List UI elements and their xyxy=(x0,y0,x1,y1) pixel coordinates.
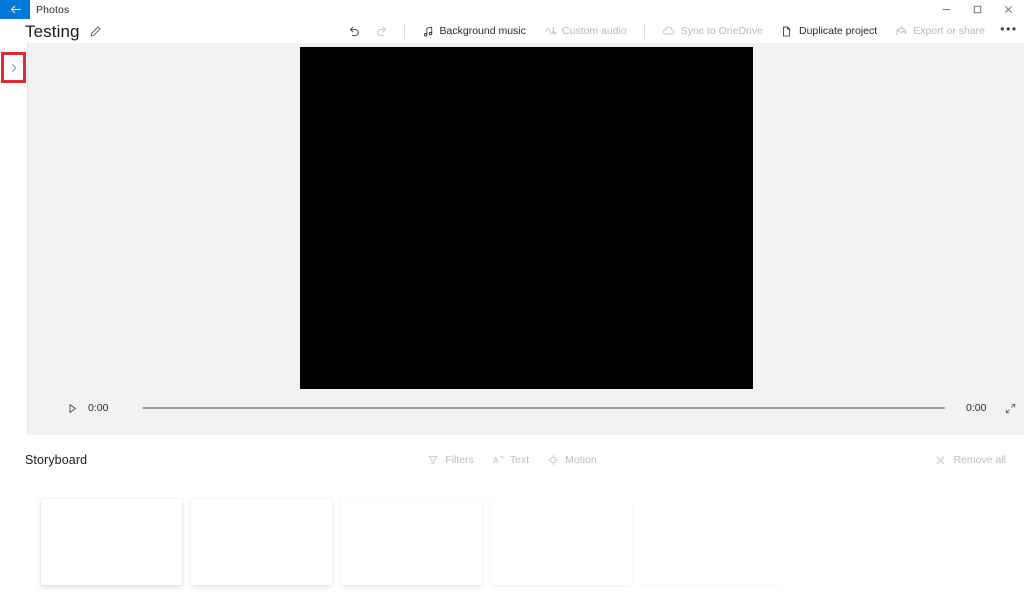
seek-slider[interactable] xyxy=(142,407,945,409)
back-arrow-icon xyxy=(10,5,21,14)
share-icon xyxy=(895,25,908,38)
custom-audio-label: Custom audio xyxy=(561,25,627,37)
storyboard-card[interactable] xyxy=(341,499,482,585)
cloud-icon xyxy=(662,24,676,38)
video-preview-surface[interactable] xyxy=(300,47,753,389)
project-title: Testing xyxy=(25,21,80,41)
background-music-button[interactable]: Background music xyxy=(413,19,535,43)
text-label: Text xyxy=(509,454,530,466)
storyboard-header: Storyboard Filters Text Motion Remove al… xyxy=(0,435,1024,485)
app-name-label: Photos xyxy=(36,3,70,16)
play-icon xyxy=(69,403,76,413)
project-title-group: Testing xyxy=(25,23,102,40)
motion-label: Motion xyxy=(565,454,597,466)
command-bar: Testing Background music Custom audio Sy… xyxy=(0,19,1024,43)
text-icon xyxy=(492,454,504,466)
background-music-label: Background music xyxy=(439,25,526,37)
text-button[interactable]: Text xyxy=(492,454,529,466)
motion-button[interactable]: Motion xyxy=(547,454,597,466)
remove-all-label: Remove all xyxy=(953,454,1006,466)
play-button[interactable] xyxy=(59,403,85,414)
storyboard-panel: Storyboard Filters Text Motion Remove al… xyxy=(0,435,1024,613)
undo-icon xyxy=(347,24,361,38)
storyboard-title: Storyboard xyxy=(25,453,88,467)
sync-to-onedrive-label: Sync to OneDrive xyxy=(680,25,763,37)
close-button[interactable] xyxy=(993,0,1024,19)
title-bar: Photos xyxy=(0,0,1024,19)
storyboard-card[interactable] xyxy=(41,499,182,585)
window-controls xyxy=(931,0,1024,19)
pencil-icon xyxy=(90,25,101,36)
back-button[interactable] xyxy=(0,0,30,19)
maximize-button[interactable] xyxy=(962,0,993,19)
expand-library-panel-button[interactable] xyxy=(1,52,26,83)
close-x-icon xyxy=(935,455,946,466)
music-note-icon xyxy=(422,25,435,38)
rename-project-button[interactable] xyxy=(89,25,102,38)
export-or-share-button[interactable]: Export or share xyxy=(886,19,994,43)
storyboard-strip xyxy=(0,485,1024,613)
storyboard-tools: Filters Text Motion xyxy=(0,435,1024,485)
export-or-share-label: Export or share xyxy=(913,25,985,37)
fullscreen-button[interactable] xyxy=(996,402,1024,415)
redo-icon xyxy=(375,24,389,38)
minimize-button[interactable] xyxy=(931,0,962,19)
sync-to-onedrive-button[interactable]: Sync to OneDrive xyxy=(653,19,772,43)
motion-icon xyxy=(547,454,559,466)
undo-button[interactable] xyxy=(340,19,368,43)
chevron-right-icon xyxy=(11,63,16,72)
fullscreen-icon xyxy=(1005,403,1015,413)
storyboard-card[interactable] xyxy=(641,499,782,585)
command-bar-actions: Background music Custom audio Sync to On… xyxy=(340,19,1024,43)
duplicate-project-label: Duplicate project xyxy=(798,25,878,37)
minimize-icon xyxy=(942,9,951,10)
current-time-label: 0:00 xyxy=(88,402,109,414)
close-icon xyxy=(1004,5,1013,14)
filters-button[interactable]: Filters xyxy=(427,454,474,466)
redo-button[interactable] xyxy=(368,19,396,43)
editor-stage: 0:00 0:00 xyxy=(0,43,1024,435)
total-time-label: 0:00 xyxy=(966,402,987,414)
copy-icon xyxy=(781,25,794,38)
storyboard-card[interactable] xyxy=(491,499,632,585)
storyboard-card[interactable] xyxy=(191,499,332,585)
remove-all-button[interactable]: Remove all xyxy=(935,435,1006,485)
restore-icon xyxy=(973,5,982,14)
photos-video-editor-window: Photos Testing Background music Custom a… xyxy=(0,0,1024,613)
command-separator-1 xyxy=(403,23,405,39)
duplicate-project-button[interactable]: Duplicate project xyxy=(772,19,886,43)
custom-audio-button[interactable]: Custom audio xyxy=(535,19,636,43)
playback-controls: 0:00 0:00 xyxy=(28,395,1024,421)
filters-label: Filters xyxy=(445,454,474,466)
filters-icon xyxy=(427,454,439,466)
project-library-panel xyxy=(0,43,28,435)
more-options-button[interactable]: ••• xyxy=(994,19,1024,43)
command-separator-2 xyxy=(643,23,645,39)
custom-audio-icon xyxy=(544,25,557,38)
